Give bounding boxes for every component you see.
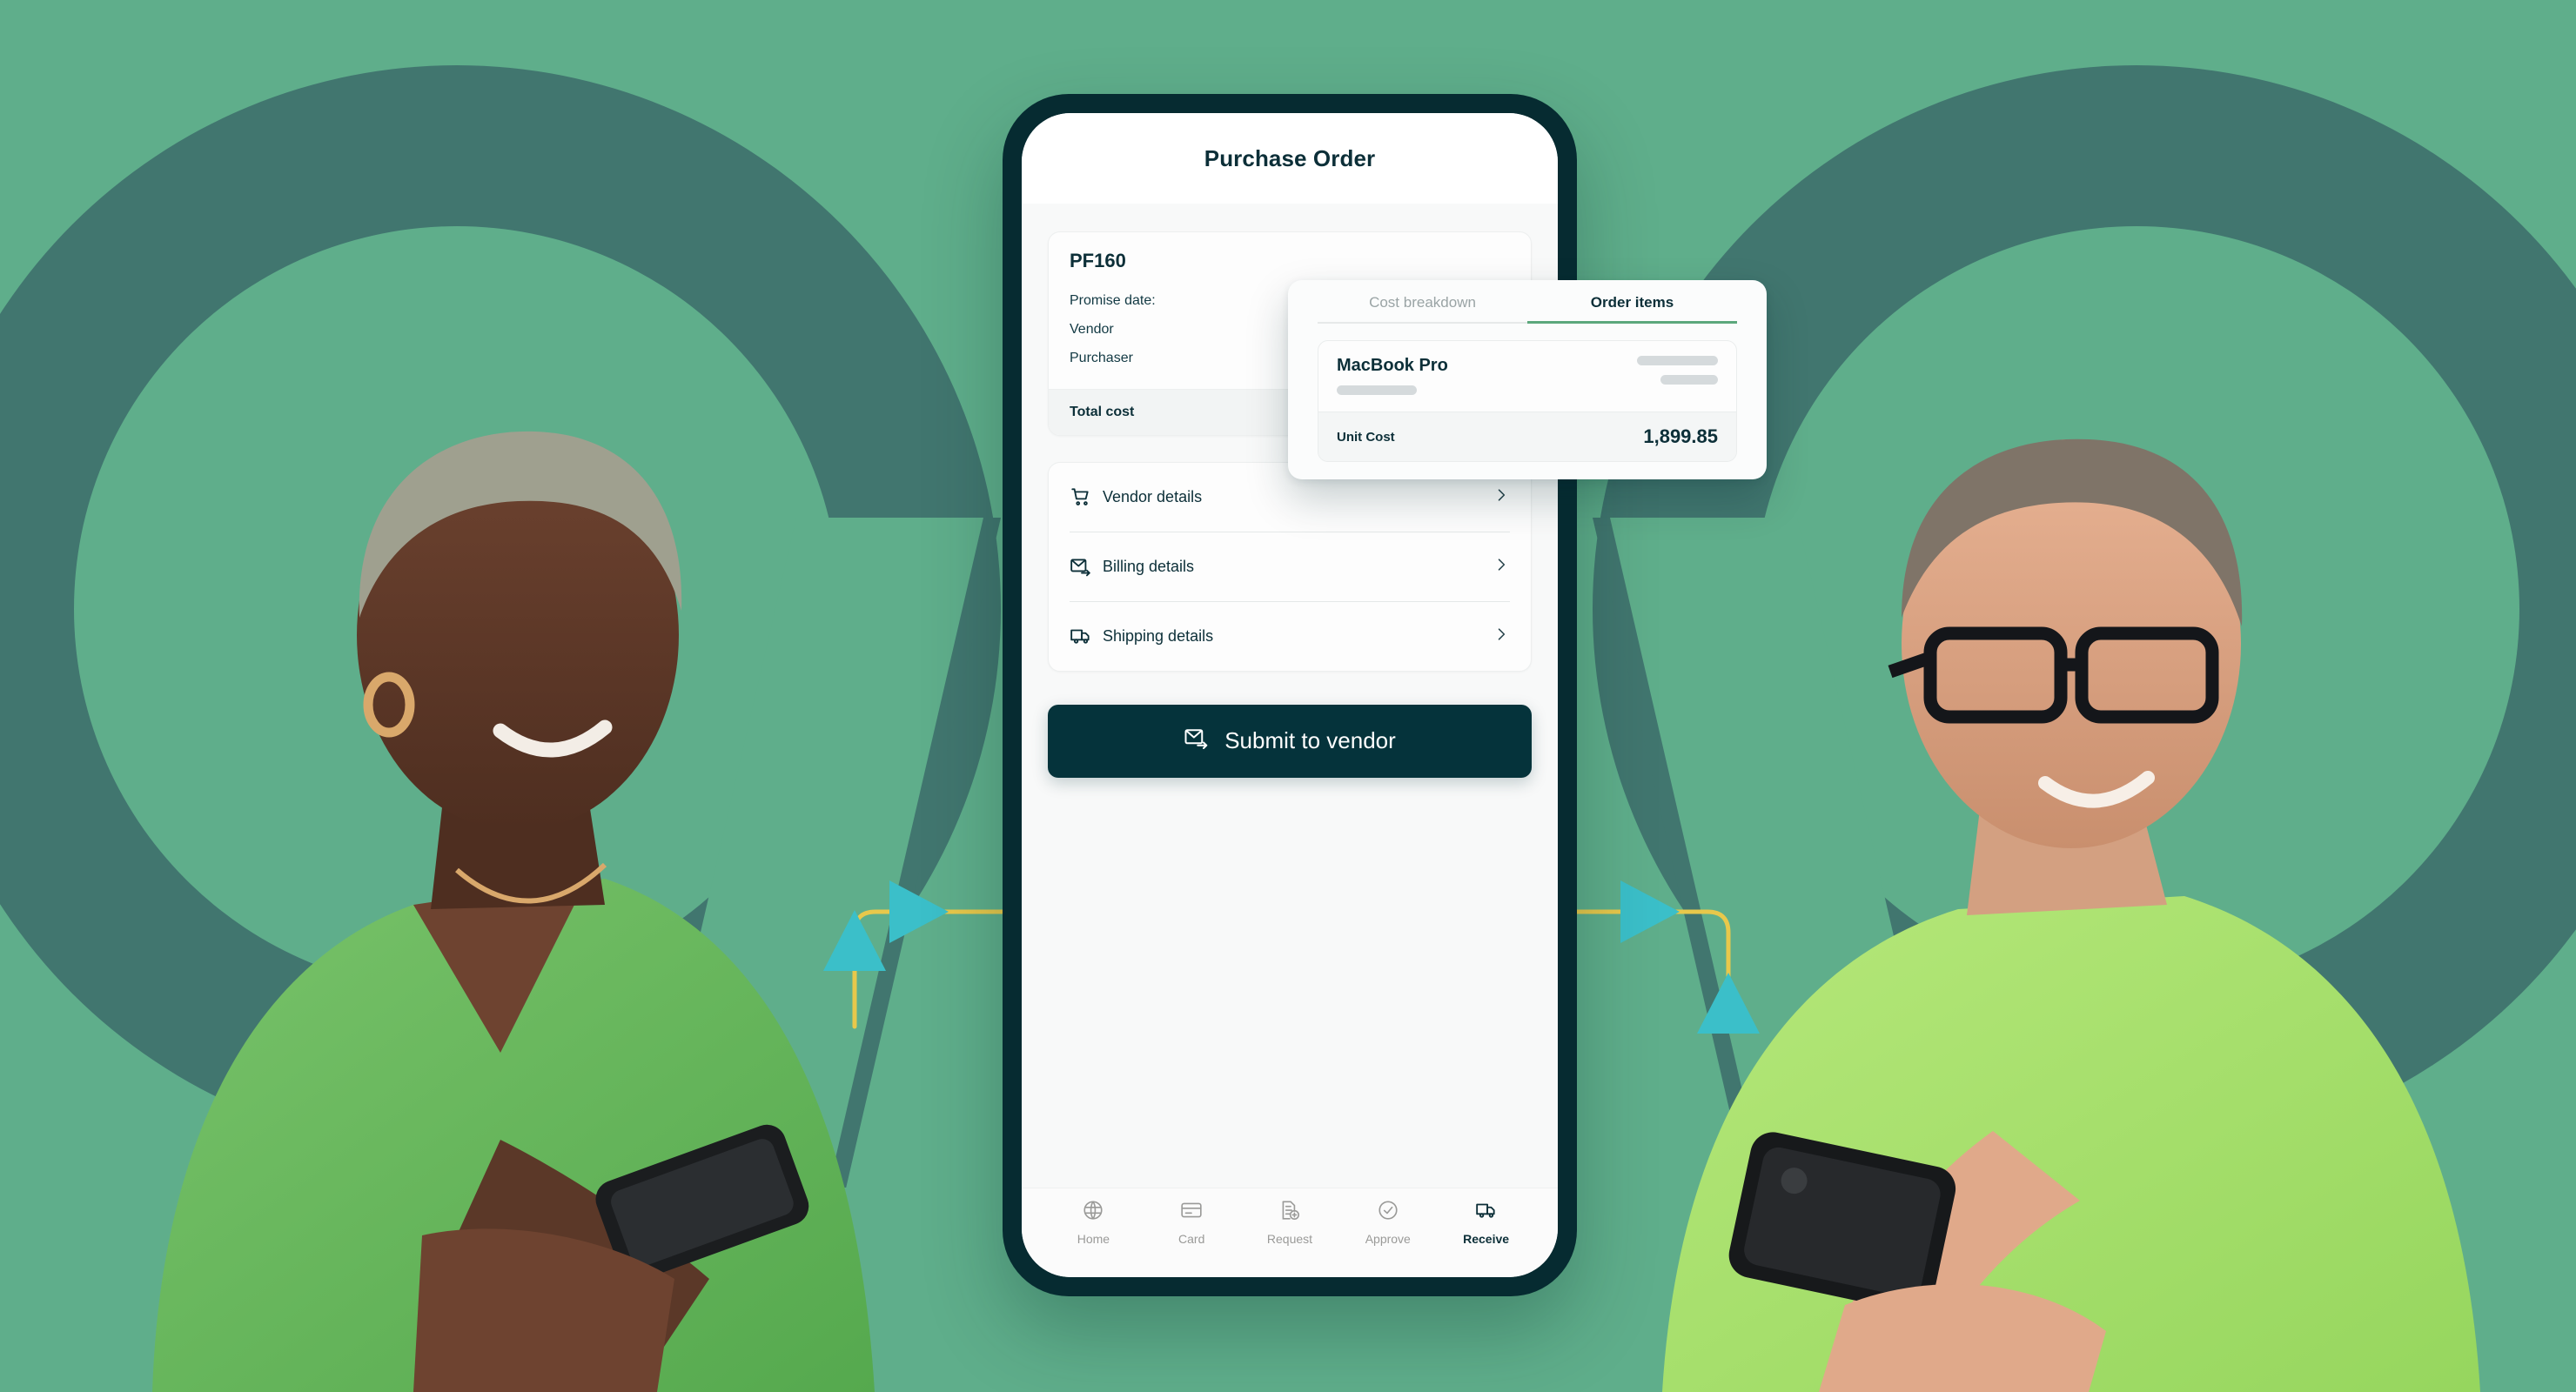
link-row-shipping-details[interactable]: Shipping details bbox=[1070, 602, 1510, 671]
bottom-navigation-bar: Home Card Request Approve Receive bbox=[1022, 1188, 1558, 1277]
order-item-meta-placeholder-2 bbox=[1660, 375, 1718, 385]
person-photo-left bbox=[48, 270, 944, 1392]
link-label-billing-details: Billing details bbox=[1103, 557, 1195, 575]
nav-label-approve: Approve bbox=[1365, 1232, 1411, 1246]
order-item-card-header: MacBook Pro bbox=[1318, 341, 1736, 412]
submit-button-wrapper: Submit to vendor bbox=[1048, 704, 1532, 778]
envelope-send-icon bbox=[1070, 555, 1103, 578]
envelope-send-icon bbox=[1184, 725, 1210, 757]
chevron-right-icon bbox=[1493, 556, 1510, 578]
order-item-info: MacBook Pro bbox=[1337, 356, 1448, 395]
unit-cost-value: 1,899.85 bbox=[1643, 425, 1718, 447]
app-header: Purchase Order bbox=[1022, 113, 1558, 204]
nav-label-home: Home bbox=[1077, 1232, 1110, 1246]
delivery-truck-icon bbox=[1475, 1199, 1498, 1226]
order-item-meta-placeholders bbox=[1637, 356, 1718, 385]
order-item-card: MacBook Pro Unit Cost 1,899.85 bbox=[1318, 340, 1737, 462]
nav-item-receive[interactable]: Receive bbox=[1437, 1199, 1535, 1246]
details-links-card: Vendor details Billing details Shipping … bbox=[1048, 461, 1532, 672]
delivery-truck-icon bbox=[1070, 625, 1103, 647]
link-row-billing-details[interactable]: Billing details bbox=[1070, 532, 1510, 602]
tab-order-items[interactable]: Order items bbox=[1527, 294, 1737, 324]
check-circle-icon bbox=[1377, 1199, 1399, 1226]
order-item-meta-placeholder-1 bbox=[1637, 356, 1718, 365]
nav-item-request[interactable]: Request bbox=[1241, 1199, 1339, 1246]
tab-cost-breakdown[interactable]: Cost breakdown bbox=[1318, 294, 1527, 324]
nav-label-receive: Receive bbox=[1463, 1232, 1510, 1246]
nav-item-card[interactable]: Card bbox=[1143, 1199, 1241, 1246]
nav-item-home[interactable]: Home bbox=[1044, 1199, 1143, 1246]
marketing-hero-screenshot: Purchase Order PF160 Promise date: Vendo… bbox=[0, 0, 2576, 1392]
popup-tab-bar: Cost breakdown Order items bbox=[1288, 294, 1767, 324]
link-label-vendor-details: Vendor details bbox=[1103, 487, 1203, 505]
order-id: PF160 bbox=[1070, 250, 1126, 271]
order-item-subtitle-placeholder bbox=[1337, 385, 1417, 395]
document-plus-icon bbox=[1278, 1199, 1301, 1226]
nav-item-approve[interactable]: Approve bbox=[1338, 1199, 1437, 1246]
order-item-name: MacBook Pro bbox=[1337, 356, 1448, 375]
submit-button-label: Submit to vendor bbox=[1224, 727, 1396, 754]
phone-mockup: Purchase Order PF160 Promise date: Vendo… bbox=[1003, 94, 1577, 1296]
credit-card-icon bbox=[1180, 1199, 1203, 1226]
submit-to-vendor-button[interactable]: Submit to vendor bbox=[1048, 704, 1532, 778]
chevron-right-icon bbox=[1493, 626, 1510, 647]
shopping-cart-icon bbox=[1070, 485, 1103, 508]
order-item-unit-cost-row: Unit Cost 1,899.85 bbox=[1318, 412, 1736, 461]
unit-cost-label: Unit Cost bbox=[1337, 429, 1395, 445]
nav-label-card: Card bbox=[1178, 1232, 1205, 1246]
nav-label-request: Request bbox=[1266, 1232, 1313, 1246]
order-items-popup: Cost breakdown Order items MacBook Pro U… bbox=[1288, 280, 1767, 479]
link-label-shipping-details: Shipping details bbox=[1103, 626, 1214, 645]
page-title: Purchase Order bbox=[1204, 144, 1376, 171]
chevron-right-icon bbox=[1493, 486, 1510, 508]
globe-icon bbox=[1082, 1199, 1104, 1226]
